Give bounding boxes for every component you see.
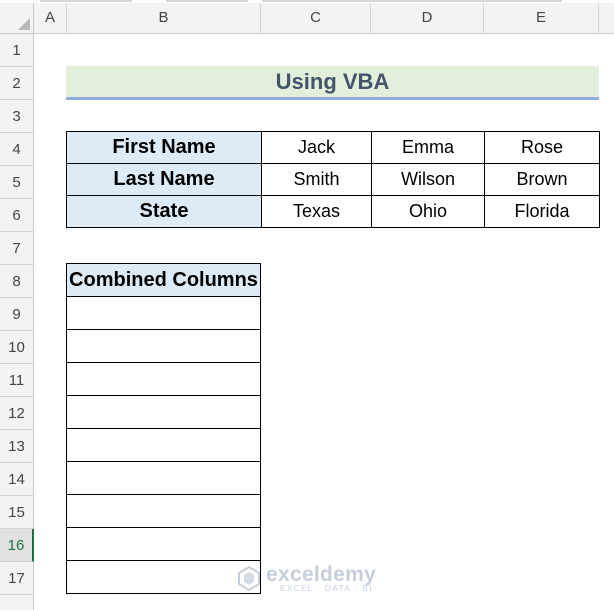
column-header-c[interactable]: C <box>261 3 371 33</box>
combined-columns-table: Combined Columns <box>66 263 261 594</box>
row-header-1[interactable]: 1 <box>0 34 33 67</box>
column-header-e[interactable]: E <box>484 3 599 33</box>
combined-cell[interactable] <box>66 329 261 363</box>
column-header-b[interactable]: B <box>67 3 261 33</box>
table-cell[interactable]: Brown <box>484 163 600 196</box>
row-header-6[interactable]: 6 <box>0 199 33 232</box>
row-header-10[interactable]: 10 <box>0 331 33 364</box>
combined-columns-header[interactable]: Combined Columns <box>66 263 261 297</box>
select-all-icon <box>18 18 30 30</box>
row-header-3[interactable]: 3 <box>0 100 33 133</box>
row-header-8[interactable]: 8 <box>0 265 33 298</box>
row-header-cell[interactable]: State <box>66 195 262 228</box>
row-header-4[interactable]: 4 <box>0 133 33 166</box>
sheet-title[interactable]: Using VBA <box>66 66 599 100</box>
table-cell[interactable]: Smith <box>261 163 372 196</box>
combined-cell[interactable] <box>66 560 261 594</box>
combined-cell[interactable] <box>66 461 261 495</box>
table-cell[interactable]: Florida <box>484 195 600 228</box>
column-header-d[interactable]: D <box>371 3 484 33</box>
table-cell[interactable]: Rose <box>484 131 600 164</box>
row-header-5[interactable]: 5 <box>0 166 33 199</box>
row-header-17[interactable]: 17 <box>0 562 33 595</box>
table-row: First Name Jack Emma Rose <box>66 131 600 164</box>
table-cell[interactable]: Ohio <box>371 195 485 228</box>
watermark-tagline: EXCEL · DATA · BI <box>280 584 373 593</box>
row-header-16[interactable]: 16 <box>0 529 34 562</box>
table-cell[interactable]: Jack <box>261 131 372 164</box>
table-cell[interactable]: Texas <box>261 195 372 228</box>
row-header-2[interactable]: 2 <box>0 67 33 100</box>
data-table: First Name Jack Emma Rose Last Name Smit… <box>66 131 600 228</box>
row-header-cell[interactable]: First Name <box>66 131 262 164</box>
table-row: Last Name Smith Wilson Brown <box>66 163 600 196</box>
watermark-name: exceldemy <box>266 563 377 586</box>
table-cell[interactable]: Emma <box>371 131 485 164</box>
row-header-7[interactable]: 7 <box>0 232 33 265</box>
combined-cell[interactable] <box>66 494 261 528</box>
row-header-14[interactable]: 14 <box>0 463 33 496</box>
table-row: State Texas Ohio Florida <box>66 195 600 228</box>
column-header-bar: A B C D E <box>0 0 614 34</box>
column-header-a[interactable]: A <box>34 3 67 33</box>
combined-cell[interactable] <box>66 395 261 429</box>
row-header-13[interactable]: 13 <box>0 430 33 463</box>
combined-cell[interactable] <box>66 296 261 330</box>
table-cell[interactable]: Wilson <box>371 163 485 196</box>
select-all-button[interactable] <box>0 3 34 33</box>
row-header-11[interactable]: 11 <box>0 364 33 397</box>
spreadsheet: A B C D E 1 2 3 4 5 6 7 8 9 10 11 12 13 … <box>0 0 614 610</box>
row-header-15[interactable]: 15 <box>0 496 33 529</box>
row-header-9[interactable]: 9 <box>0 298 33 331</box>
row-header-bar: 1 2 3 4 5 6 7 8 9 10 11 12 13 14 15 16 1… <box>0 34 34 610</box>
combined-cell[interactable] <box>66 527 261 561</box>
row-header-12[interactable]: 12 <box>0 397 33 430</box>
combined-cell[interactable] <box>66 428 261 462</box>
row-header-cell[interactable]: Last Name <box>66 163 262 196</box>
combined-cell[interactable] <box>66 362 261 396</box>
